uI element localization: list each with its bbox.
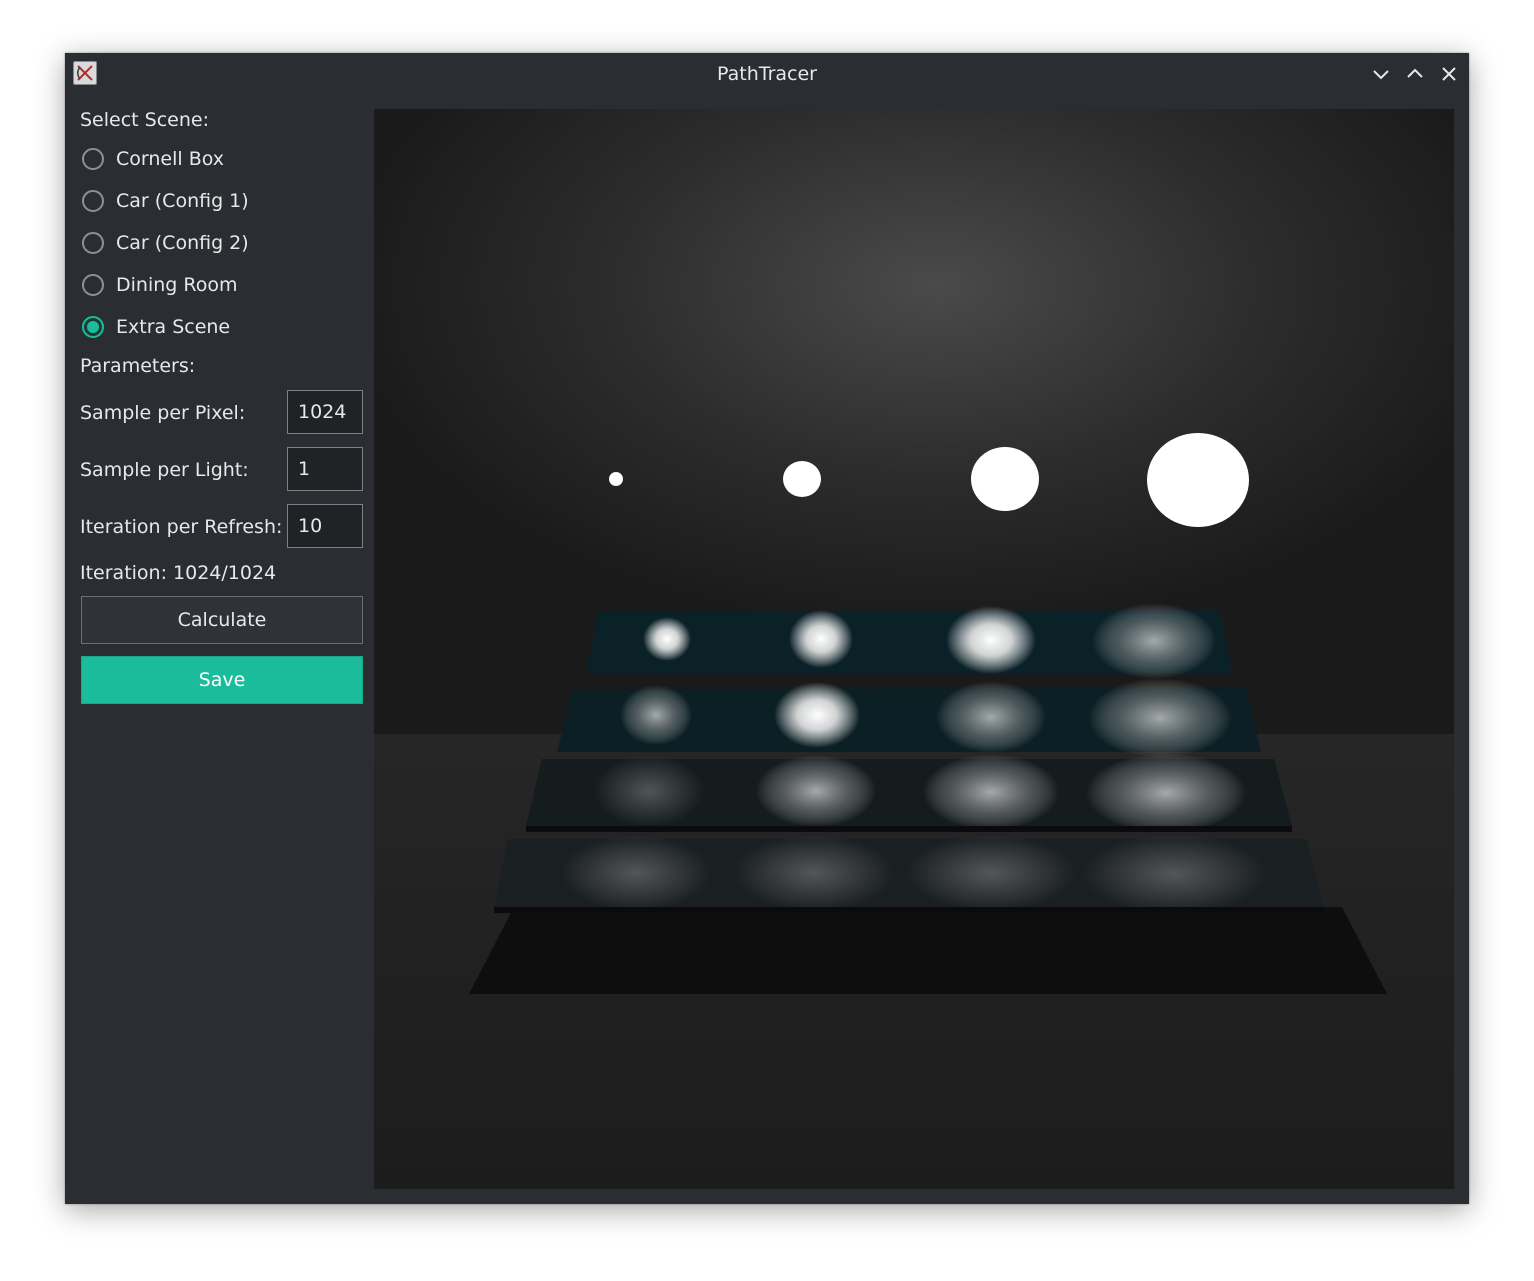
- sample-per-pixel-input[interactable]: 1024: [287, 390, 363, 434]
- chevron-down-icon: [1373, 70, 1389, 80]
- light-sphere: [609, 472, 623, 486]
- radio-cornell-box[interactable]: [82, 148, 104, 170]
- render-viewport: [374, 109, 1454, 1189]
- iteration-per-refresh-label: Iteration per Refresh:: [80, 516, 283, 538]
- light-sphere: [1147, 433, 1249, 527]
- window-title: PathTracer: [717, 63, 817, 85]
- parameters-heading: Parameters:: [80, 355, 196, 377]
- close-button[interactable]: [1438, 63, 1460, 85]
- iteration-status: Iteration: 1024/1024: [80, 562, 277, 584]
- radio-label: Cornell Box: [116, 148, 225, 170]
- scene-option-dining-room[interactable]: Dining Room: [82, 270, 237, 300]
- radio-dining-room[interactable]: [82, 274, 104, 296]
- render-image: [374, 109, 1454, 1189]
- maximize-button[interactable]: [1404, 63, 1426, 85]
- control-panel: Select Scene: Cornell Box Car (Config 1)…: [65, 109, 370, 1204]
- light-sphere: [971, 447, 1039, 511]
- iteration-per-refresh-input[interactable]: 10: [287, 504, 363, 548]
- calculate-button[interactable]: Calculate: [81, 596, 363, 644]
- scene-option-cornell-box[interactable]: Cornell Box: [82, 144, 224, 174]
- app-window: PathTracer Select Scene: Cornell Box Car…: [65, 53, 1469, 1204]
- radio-car-config-2[interactable]: [82, 232, 104, 254]
- scene-heading: Select Scene:: [80, 109, 209, 131]
- radio-label: Car (Config 1): [116, 190, 249, 212]
- radio-label: Car (Config 2): [116, 232, 249, 254]
- sample-per-light-label: Sample per Light:: [80, 459, 249, 481]
- radio-car-config-1[interactable]: [82, 190, 104, 212]
- sample-per-light-input[interactable]: 1: [287, 447, 363, 491]
- sample-per-pixel-label: Sample per Pixel:: [80, 402, 246, 424]
- radio-label: Dining Room: [116, 274, 238, 296]
- light-sphere: [783, 461, 821, 497]
- scene-option-extra-scene[interactable]: Extra Scene: [82, 312, 230, 342]
- scene-option-car-config-2[interactable]: Car (Config 2): [82, 228, 249, 258]
- scene-option-car-config-1[interactable]: Car (Config 1): [82, 186, 249, 216]
- save-button[interactable]: Save: [81, 656, 363, 704]
- title-bar: PathTracer: [65, 53, 1469, 95]
- radio-label: Extra Scene: [116, 316, 231, 338]
- minimize-button[interactable]: [1370, 63, 1392, 85]
- chevron-up-icon: [1407, 68, 1423, 78]
- close-icon: [1442, 67, 1456, 81]
- radio-extra-scene[interactable]: [82, 316, 104, 338]
